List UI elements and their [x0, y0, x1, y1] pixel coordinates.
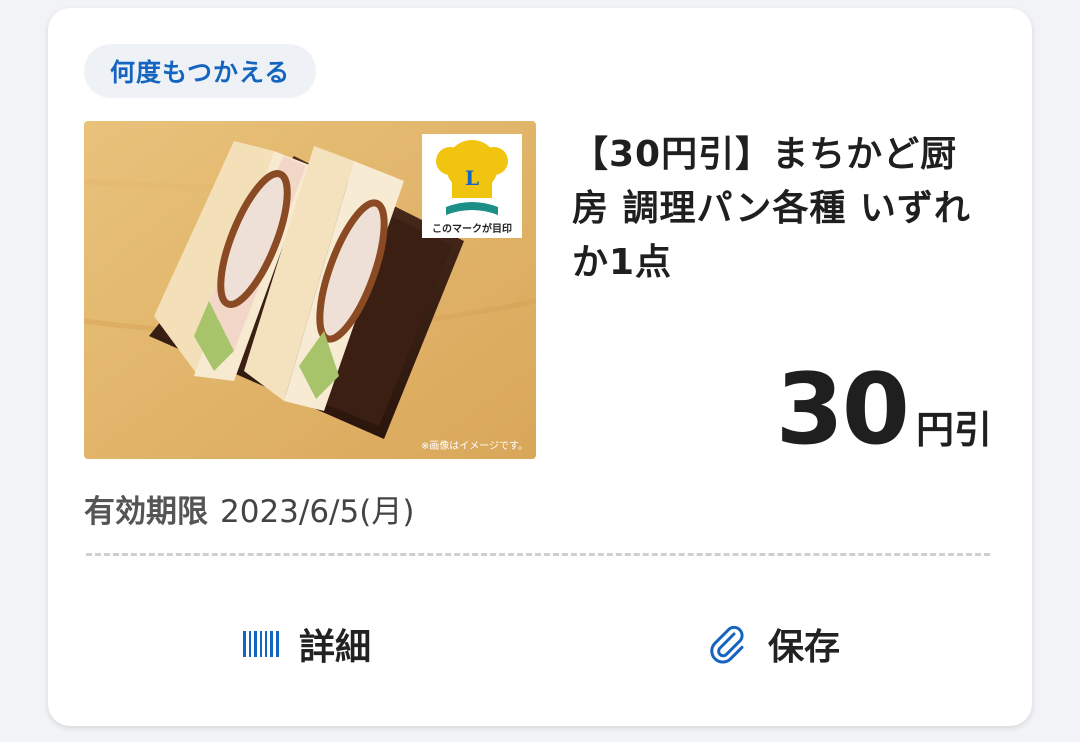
- coupon-card[interactable]: 何度もつかえる L このマークが目印 ※画像はイメージです。 【30円引】まちか…: [48, 8, 1032, 726]
- coupon-title: 【30円引】まちかど厨房 調理パン各種 いずれか1点: [572, 134, 971, 283]
- product-image: L このマークが目印 ※画像はイメージです。: [84, 121, 536, 459]
- expiry-date: 2023/6/5(月): [220, 494, 415, 530]
- save-label: 保存: [768, 627, 841, 668]
- image-note: ※画像はイメージです。: [421, 440, 528, 452]
- discount-unit: 円引: [915, 408, 992, 452]
- discount-value: 30 円引: [776, 353, 992, 467]
- expiry-label: 有効期限: [84, 494, 208, 530]
- discount-amount: 30: [775, 353, 910, 467]
- logo-letter: L: [465, 166, 479, 190]
- dashed-divider: [86, 553, 990, 556]
- expiry: 有効期限 2023/6/5(月): [84, 486, 414, 531]
- reusable-badge-label: 何度もつかえる: [110, 58, 291, 87]
- reusable-badge: 何度もつかえる: [84, 44, 317, 98]
- save-button[interactable]: 保存: [708, 616, 840, 672]
- paperclip-icon: [708, 624, 748, 664]
- details-label: 詳細: [299, 627, 372, 668]
- details-button[interactable]: 詳細: [243, 616, 371, 672]
- barcode-icon: [243, 631, 279, 657]
- logo-caption: このマークが目印: [432, 222, 512, 235]
